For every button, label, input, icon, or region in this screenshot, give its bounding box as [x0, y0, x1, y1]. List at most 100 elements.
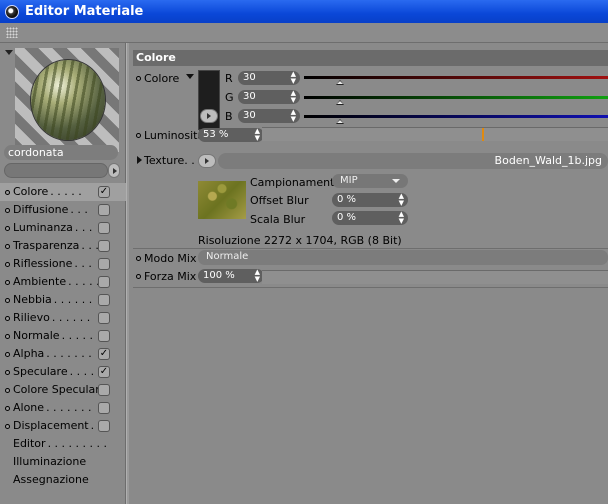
- spinner-icon[interactable]: ▲ ▼: [255, 128, 260, 142]
- panel-divider[interactable]: [126, 43, 129, 504]
- channel-item[interactable]: Luminanza. . .: [0, 219, 126, 237]
- anim-dot-icon[interactable]: [5, 262, 10, 267]
- spinner-icon[interactable]: ▲ ▼: [399, 193, 404, 207]
- anim-dot-icon[interactable]: [5, 388, 10, 393]
- spinner-icon[interactable]: ▲ ▼: [291, 109, 296, 123]
- slot-arrow-button[interactable]: [108, 163, 120, 178]
- channel-item[interactable]: Displacement. . .: [0, 417, 126, 435]
- anim-dot-icon[interactable]: [5, 226, 10, 231]
- r-slider[interactable]: [304, 76, 608, 79]
- spinner-icon[interactable]: ▲ ▼: [291, 71, 296, 85]
- channel-label: Colore Speculare: [13, 383, 107, 396]
- channel-item[interactable]: Rilievo. . . . . .: [0, 309, 126, 327]
- channel-item[interactable]: Illuminazione: [0, 453, 126, 471]
- texture-file-field[interactable]: Boden_Wald_1b.jpg: [218, 153, 608, 169]
- anim-dot-icon[interactable]: [136, 76, 141, 81]
- scala-blur-value: 0 %: [337, 212, 357, 223]
- texture-expand-icon[interactable]: [137, 156, 142, 164]
- material-preview[interactable]: [15, 48, 119, 152]
- b-slider-handle[interactable]: [335, 119, 344, 124]
- title-bar[interactable]: Editor Materiale: [0, 0, 608, 23]
- forza-mix-field[interactable]: 100 % ▲ ▼: [198, 269, 264, 283]
- channel-label: Colore: [13, 185, 49, 198]
- channel-label: Trasparenza: [13, 239, 80, 252]
- channel-item[interactable]: Trasparenza. . .: [0, 237, 126, 255]
- spinner-icon[interactable]: ▲ ▼: [399, 211, 404, 225]
- channel-checkbox[interactable]: [98, 420, 110, 432]
- anim-dot-icon[interactable]: [5, 244, 10, 249]
- spinner-icon[interactable]: ▲ ▼: [291, 90, 296, 104]
- anim-dot-icon[interactable]: [136, 133, 141, 138]
- channel-checkbox[interactable]: [98, 384, 110, 396]
- channel-checkbox[interactable]: [98, 222, 110, 234]
- channel-item[interactable]: Ambiente. . . . .: [0, 273, 126, 291]
- channel-checkbox[interactable]: [98, 240, 110, 252]
- luminosita-slider[interactable]: [262, 127, 608, 141]
- channel-leader: . . . . .: [50, 185, 82, 198]
- anim-dot-icon[interactable]: [5, 424, 10, 429]
- channel-label: Luminanza: [13, 221, 73, 234]
- offset-blur-field[interactable]: 0 % ▲ ▼: [332, 193, 408, 207]
- texture-menu-button[interactable]: [198, 154, 216, 168]
- b-label: B: [225, 110, 233, 123]
- anim-dot-icon[interactable]: [5, 208, 10, 213]
- channel-item[interactable]: Colore Speculare: [0, 381, 126, 399]
- sampling-dropdown[interactable]: MIP: [332, 174, 408, 188]
- texture-thumbnail[interactable]: [198, 181, 246, 219]
- channel-item[interactable]: Speculare. . . . ✓: [0, 363, 126, 381]
- channel-item[interactable]: Nebbia. . . . . .: [0, 291, 126, 309]
- channel-checkbox[interactable]: ✓: [98, 186, 110, 198]
- toolbar: [0, 23, 608, 43]
- channel-item[interactable]: Alpha. . . . . . . ✓: [0, 345, 126, 363]
- channel-item[interactable]: Alone. . . . . . .: [0, 399, 126, 417]
- material-name-field[interactable]: cordonata: [4, 145, 118, 160]
- channel-checkbox[interactable]: [98, 312, 110, 324]
- channel-checkbox[interactable]: [98, 276, 110, 288]
- anim-dot-icon[interactable]: [136, 256, 141, 261]
- app-icon: [5, 4, 19, 19]
- b-slider[interactable]: [304, 115, 608, 118]
- luminosita-marker[interactable]: [482, 128, 485, 141]
- modo-mix-label: Modo Mix: [144, 252, 197, 265]
- channel-checkbox[interactable]: ✓: [98, 348, 110, 360]
- g-slider-handle[interactable]: [335, 100, 344, 105]
- color-picker-button[interactable]: [200, 109, 218, 123]
- channel-checkbox[interactable]: [98, 402, 110, 414]
- channel-checkbox[interactable]: [98, 258, 110, 270]
- scala-blur-field[interactable]: 0 % ▲ ▼: [332, 211, 408, 225]
- b-value-field[interactable]: 30 ▲ ▼: [238, 109, 300, 123]
- channel-item[interactable]: Normale. . . . .: [0, 327, 126, 345]
- r-value-field[interactable]: 30 ▲ ▼: [238, 71, 300, 85]
- grip-icon[interactable]: [6, 27, 18, 38]
- anim-dot-icon[interactable]: [136, 274, 141, 279]
- anim-dot-icon[interactable]: [5, 406, 10, 411]
- channel-item[interactable]: Colore. . . . . ✓: [0, 183, 126, 201]
- r-slider-handle[interactable]: [335, 80, 344, 85]
- channel-item[interactable]: Diffusione. . .: [0, 201, 126, 219]
- forza-mix-slider[interactable]: [262, 270, 608, 284]
- anim-dot-icon[interactable]: [5, 334, 10, 339]
- anim-dot-icon[interactable]: [5, 316, 10, 321]
- g-value-field[interactable]: 30 ▲ ▼: [238, 90, 300, 104]
- anim-dot-icon[interactable]: [5, 352, 10, 357]
- anim-dot-icon[interactable]: [5, 298, 10, 303]
- anim-dot-icon[interactable]: [5, 280, 10, 285]
- channel-label: Rilievo: [13, 311, 50, 324]
- modo-mix-dropdown[interactable]: Normale: [198, 250, 608, 265]
- color-mode-arrow-icon[interactable]: [186, 74, 194, 79]
- channel-checkbox[interactable]: [98, 330, 110, 342]
- anim-dot-icon[interactable]: [5, 370, 10, 375]
- channel-checkbox[interactable]: [98, 204, 110, 216]
- channel-item[interactable]: Editor. . . . . . . . .: [0, 435, 126, 453]
- luminosita-field[interactable]: 53 % ▲ ▼: [198, 128, 264, 142]
- preview-menu-arrow-icon[interactable]: [5, 50, 13, 55]
- spinner-icon[interactable]: ▲ ▼: [255, 269, 260, 283]
- anim-dot-icon[interactable]: [5, 190, 10, 195]
- channel-checkbox[interactable]: ✓: [98, 366, 110, 378]
- channel-item[interactable]: Assegnazione: [0, 471, 126, 489]
- channel-item[interactable]: Riflessione. . .: [0, 255, 126, 273]
- material-slot-field[interactable]: [4, 163, 108, 178]
- g-slider[interactable]: [304, 96, 608, 99]
- channel-checkbox[interactable]: [98, 294, 110, 306]
- channel-leader: . . .: [74, 221, 93, 234]
